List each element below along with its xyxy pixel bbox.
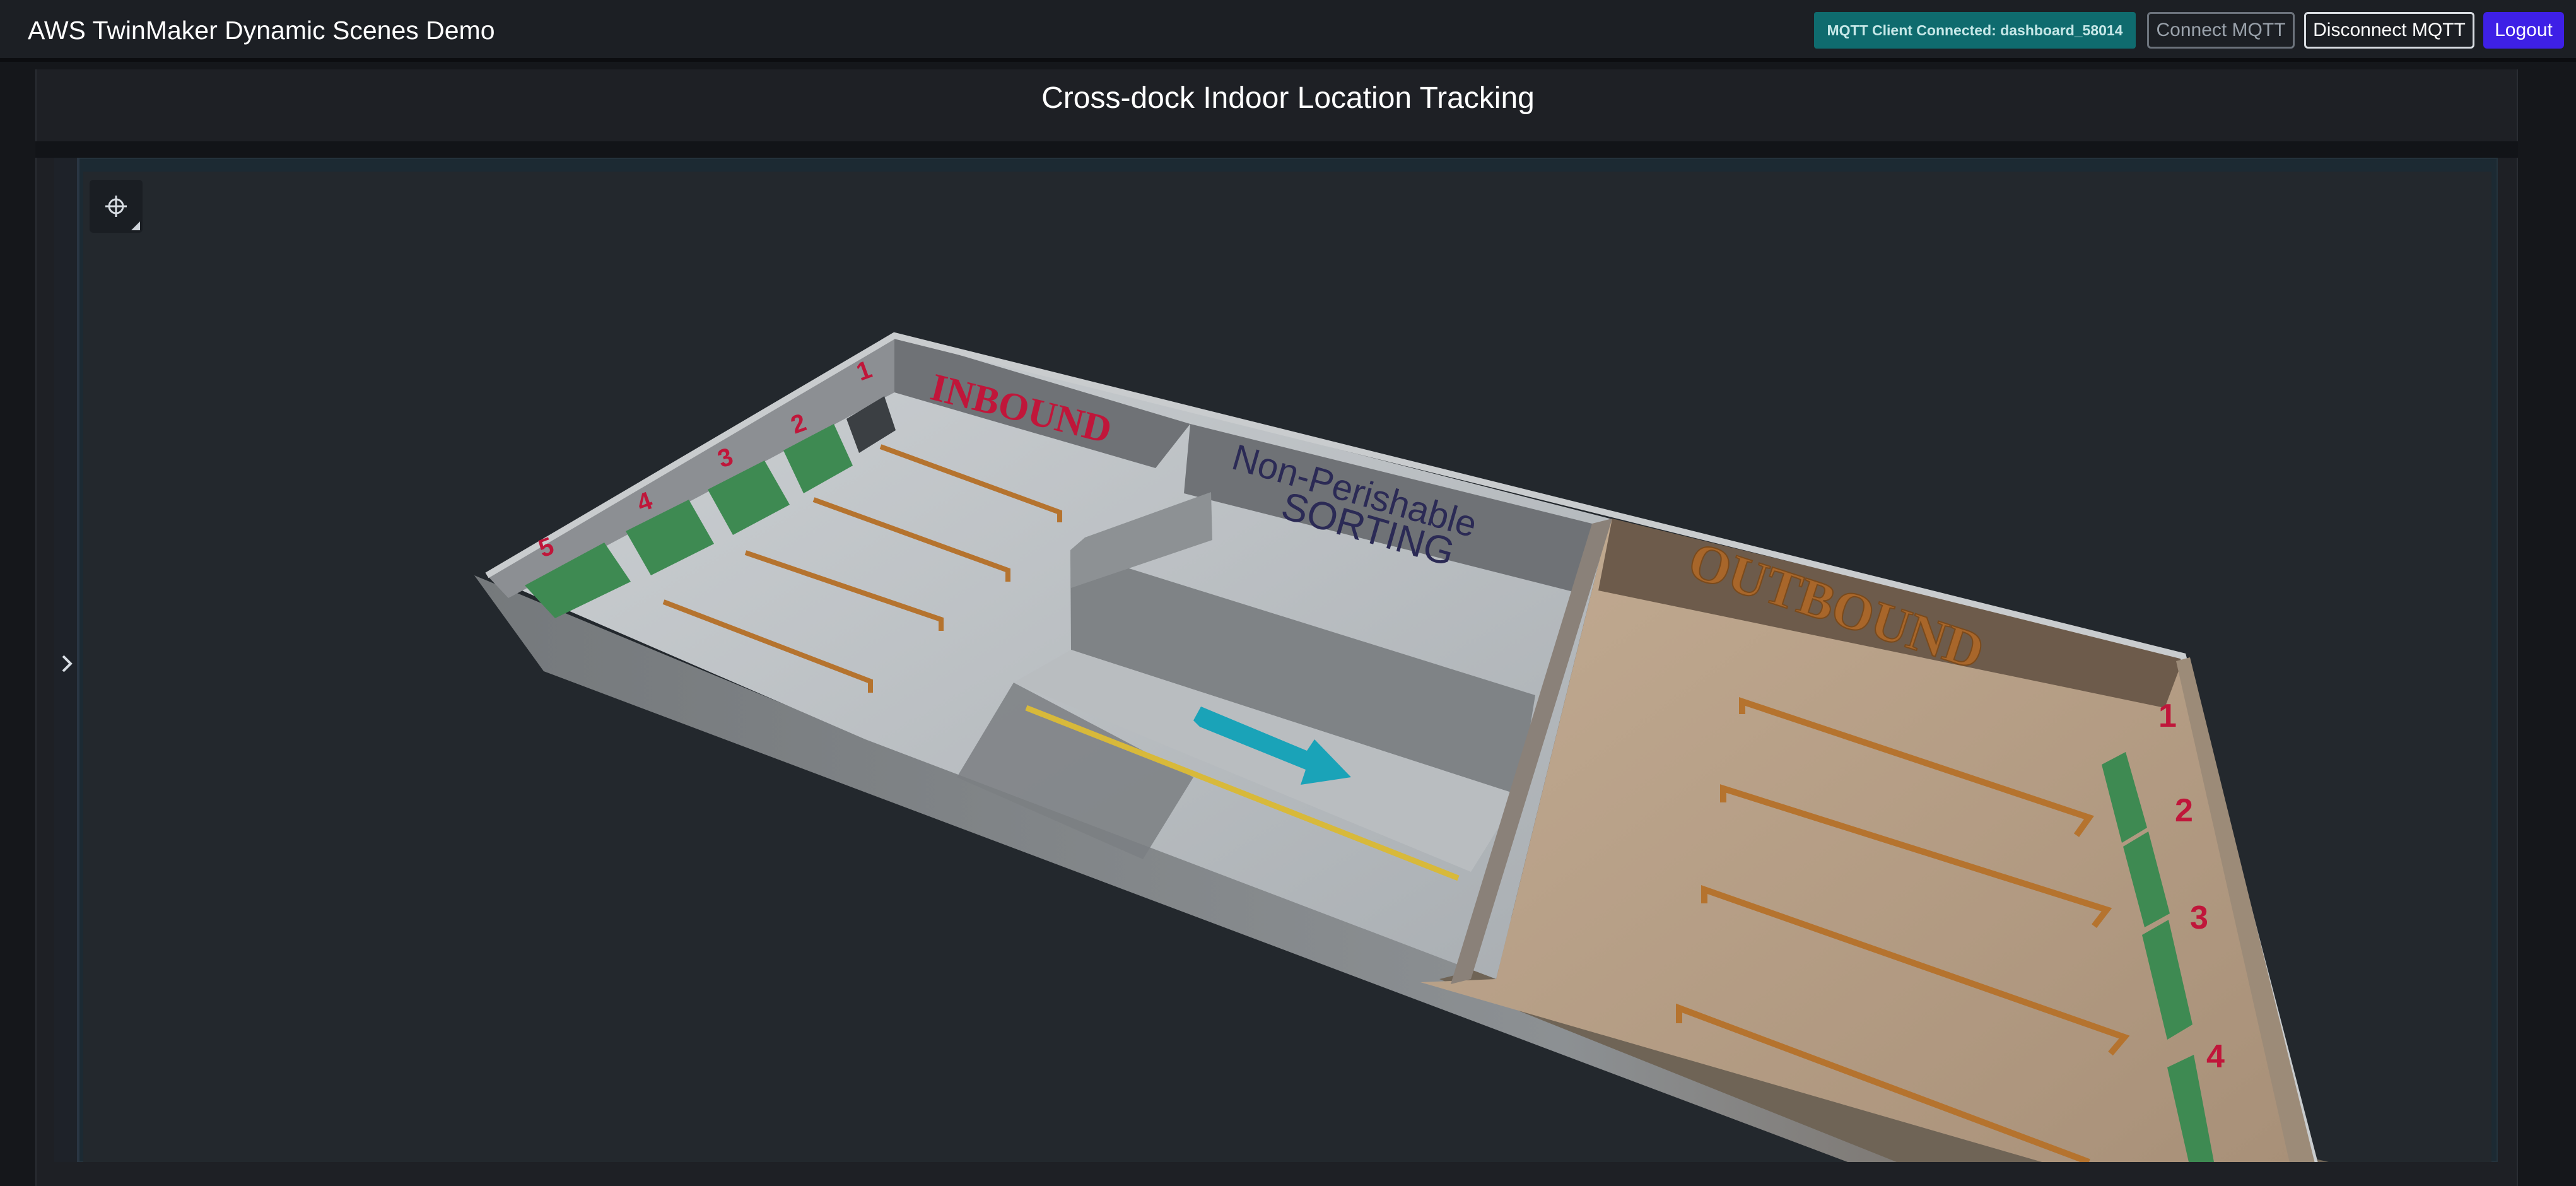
gizmo-menu-indicator bbox=[131, 221, 140, 230]
warehouse-3d-scene[interactable]: 5 4 3 2 1 INBOUND Non-Perishable SORTING bbox=[83, 172, 2491, 1162]
mqtt-status-badge: MQTT Client Connected: dashboard_58014 bbox=[1814, 12, 2136, 49]
top-bar: AWS TwinMaker Dynamic Scenes Demo MQTT C… bbox=[0, 0, 2576, 62]
chevron-right-icon bbox=[62, 655, 73, 672]
outbound-door-label-2: 2 bbox=[2175, 792, 2193, 829]
app-title: AWS TwinMaker Dynamic Scenes Demo bbox=[28, 16, 495, 45]
scene-viewport[interactable]: 5 4 3 2 1 INBOUND Non-Perishable SORTING bbox=[83, 172, 2491, 1162]
outbound-door-label-4: 4 bbox=[2206, 1038, 2225, 1075]
disconnect-mqtt-button[interactable]: Disconnect MQTT bbox=[2304, 12, 2474, 49]
transform-gizmo-button[interactable] bbox=[90, 180, 143, 233]
panel-title: Cross-dock Indoor Location Tracking bbox=[1041, 81, 1535, 115]
sidebar-toggle-button[interactable] bbox=[54, 645, 79, 683]
connect-mqtt-button[interactable]: Connect MQTT bbox=[2147, 12, 2295, 49]
outbound-door-label-3: 3 bbox=[2190, 900, 2208, 936]
move-gizmo-icon bbox=[105, 196, 127, 217]
logout-button[interactable]: Logout bbox=[2483, 12, 2564, 49]
outbound-door-label-1: 1 bbox=[2158, 698, 2177, 734]
panel-divider bbox=[35, 141, 2518, 158]
